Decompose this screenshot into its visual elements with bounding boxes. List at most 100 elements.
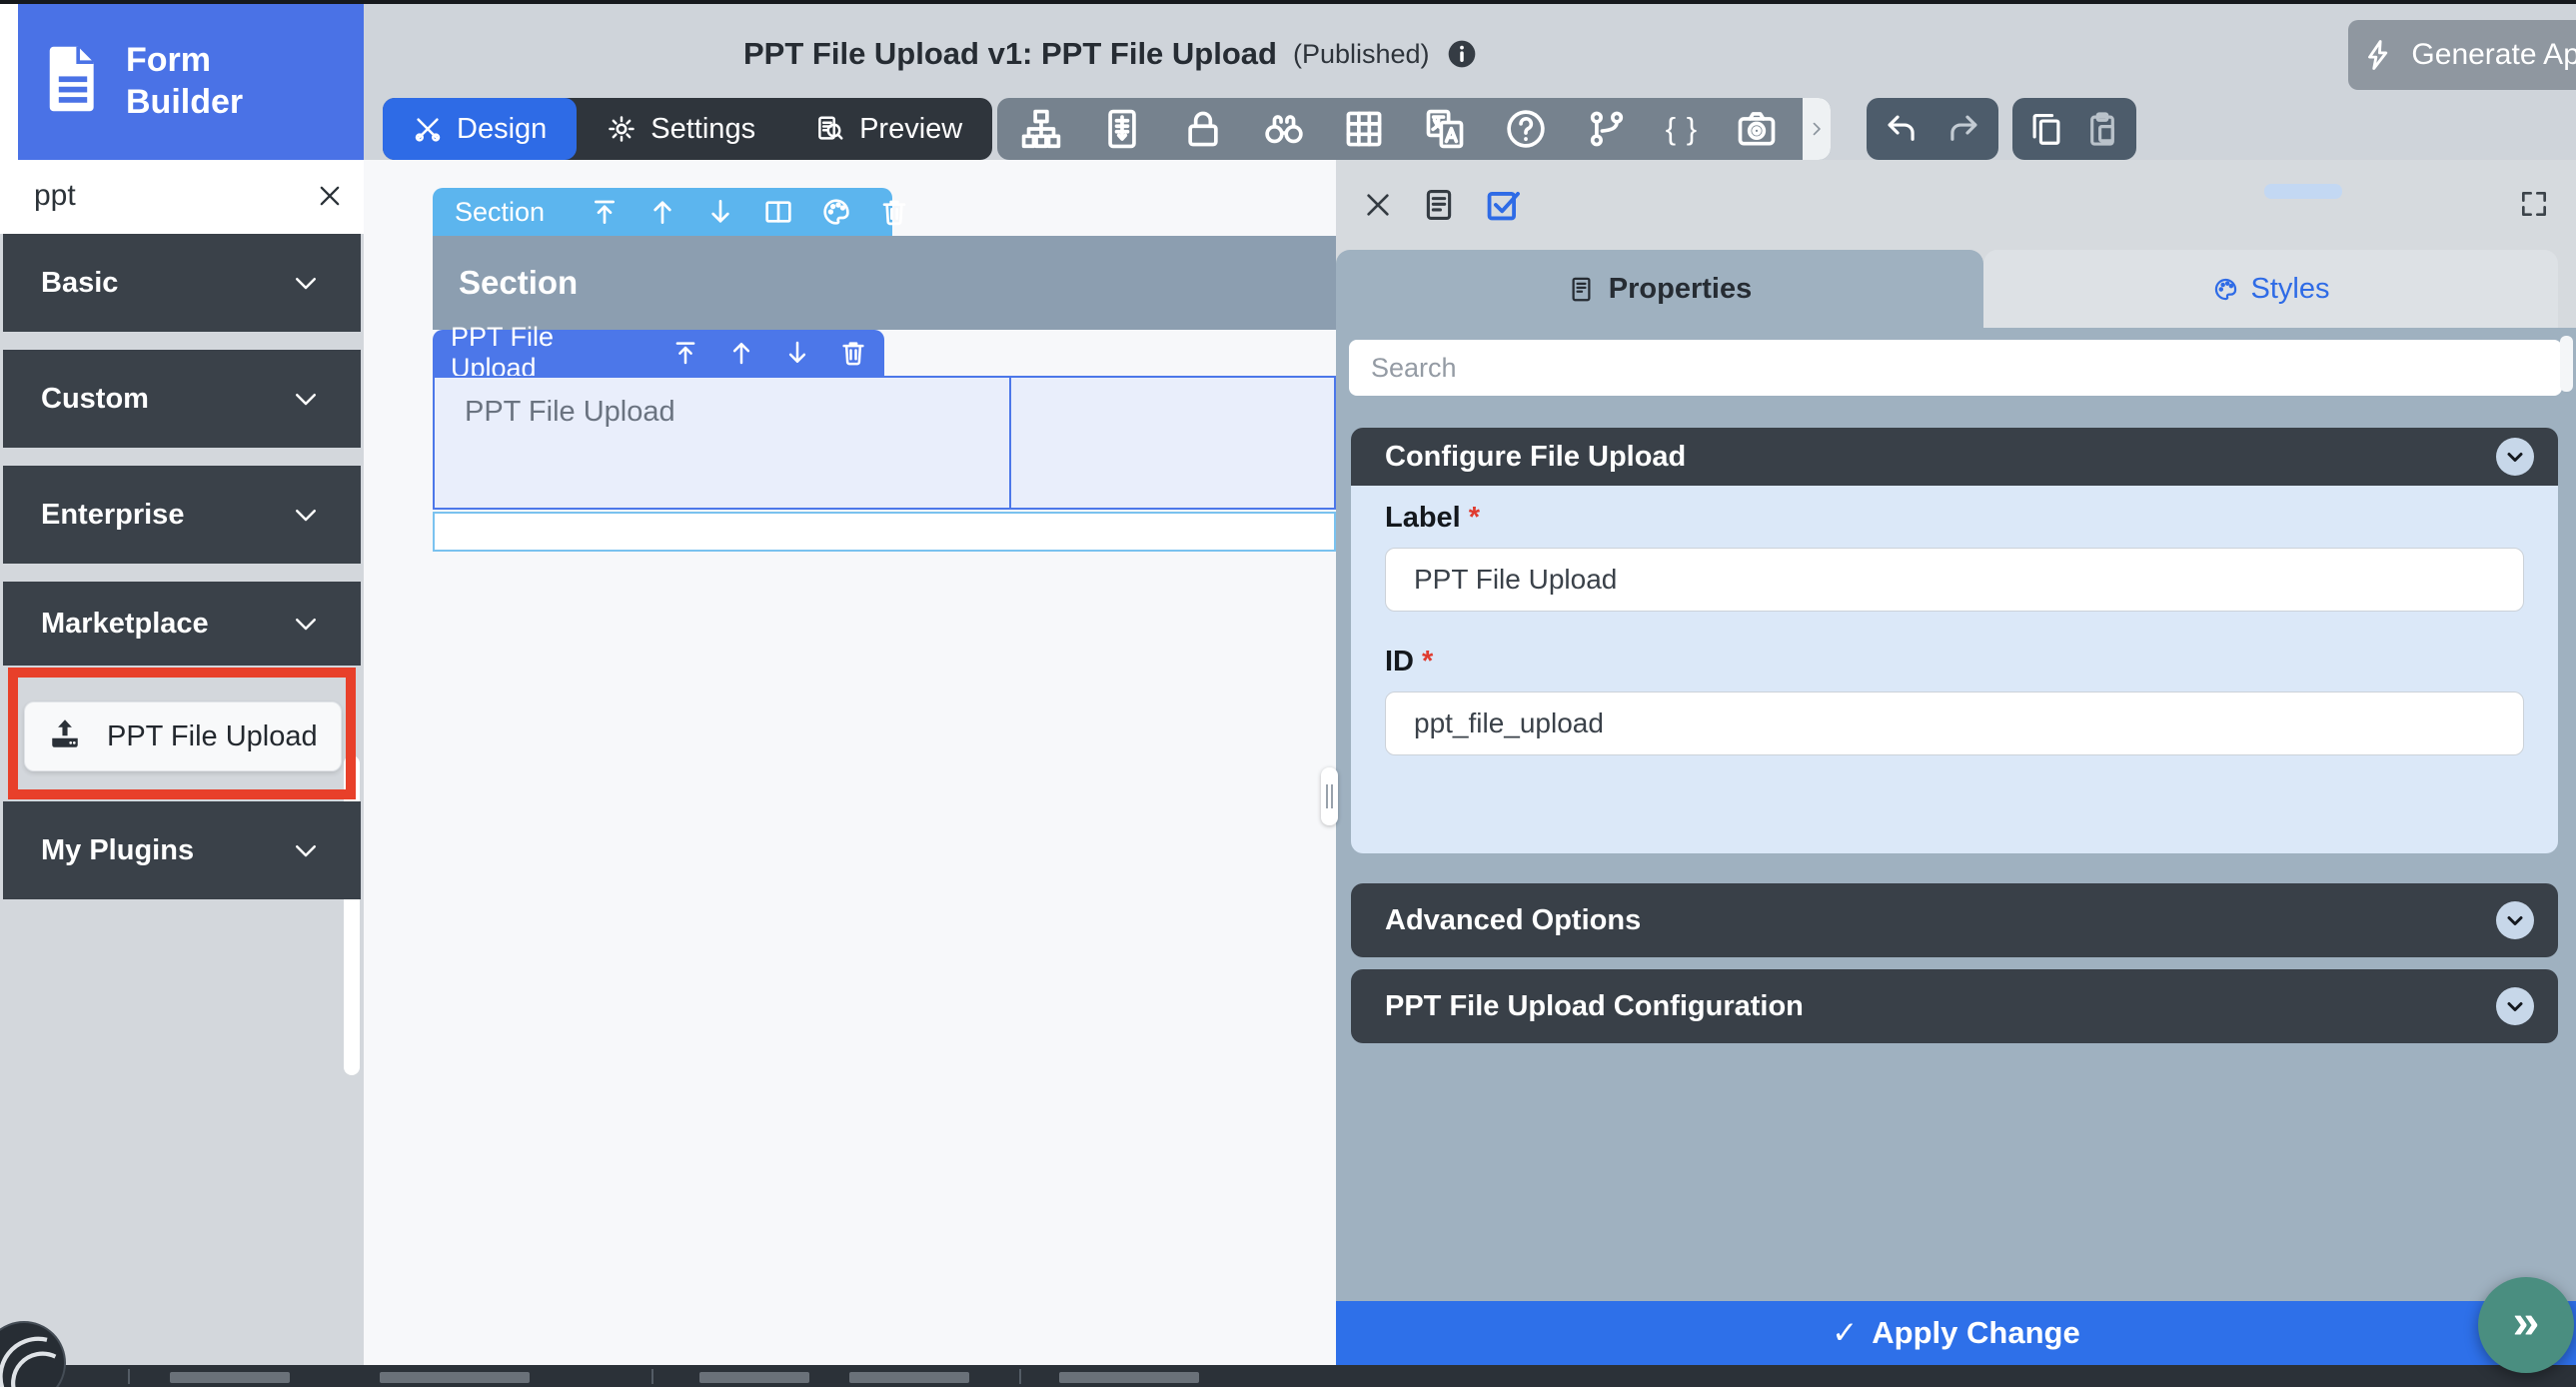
ppt-upload-field-placeholder: PPT File Upload	[465, 396, 675, 428]
document-logo-icon	[42, 41, 104, 122]
camera-icon[interactable]	[1735, 107, 1779, 151]
generate-app-button[interactable]: Generate App	[2348, 20, 2576, 90]
tab-properties[interactable]: Properties	[1336, 250, 1983, 328]
trash-icon[interactable]	[838, 338, 868, 368]
chevron-down-icon	[291, 500, 321, 530]
tab-preview[interactable]: Preview	[785, 98, 992, 160]
fullscreen-icon[interactable]	[2518, 188, 2550, 220]
apply-change-label: Apply Change	[1872, 1315, 2079, 1351]
preview-icon	[815, 114, 845, 144]
ppt-upload-configuration-title: PPT File Upload Configuration	[1385, 990, 1804, 1023]
sidebar-section-my-plugins[interactable]: My Plugins	[3, 801, 361, 899]
section-component-header[interactable]: Section	[433, 236, 1336, 330]
view-tab-group: Design Settings Preview	[383, 98, 992, 160]
tab-settings[interactable]: Settings	[577, 98, 785, 160]
sidebar-section-marketplace-label: Marketplace	[41, 608, 209, 641]
section-toolbar-label: Section	[455, 197, 545, 228]
tab-design-label: Design	[457, 113, 547, 146]
component-search-input[interactable]	[18, 179, 298, 213]
undo-redo-group	[1867, 98, 1998, 160]
copy-icon[interactable]	[2027, 110, 2065, 148]
move-up-icon[interactable]	[646, 196, 678, 228]
move-down-icon[interactable]	[704, 196, 736, 228]
publish-status: (Published)	[1293, 39, 1430, 70]
label-field-input[interactable]	[1385, 548, 2524, 612]
required-asterisk: *	[1422, 646, 1433, 678]
ppt-upload-configuration-header[interactable]: PPT File Upload Configuration	[1351, 969, 2558, 1043]
properties-search-input[interactable]	[1349, 353, 2448, 384]
clear-search-icon[interactable]	[316, 182, 344, 210]
empty-column-cell[interactable]	[1011, 378, 1334, 508]
columns-icon[interactable]	[762, 196, 794, 228]
styles-palette-icon	[2212, 276, 2239, 303]
copy-paste-group	[2012, 98, 2136, 160]
footer-item-cutoff	[699, 1372, 809, 1383]
tab-design[interactable]: Design	[383, 98, 577, 160]
upload-icon	[47, 716, 83, 757]
sidebar-section-my-plugins-label: My Plugins	[41, 834, 194, 867]
properties-doc-icon	[1568, 276, 1595, 303]
help-icon[interactable]	[1504, 107, 1548, 151]
sitemap-icon[interactable]	[1019, 107, 1063, 151]
advanced-options-header[interactable]: Advanced Options	[1351, 883, 2558, 957]
lightning-icon	[2361, 38, 2395, 72]
ppt-file-upload-component-label: PPT File Upload	[107, 720, 318, 753]
tab-styles[interactable]: Styles	[1983, 250, 2558, 328]
footer-divider	[1019, 1369, 1021, 1384]
id-field-input[interactable]	[1385, 692, 2524, 755]
configure-file-upload-body	[1351, 486, 2558, 853]
collapse-chevron-icon[interactable]	[2496, 438, 2534, 476]
panel-scrollbar-thumb[interactable]	[2560, 336, 2573, 392]
checkbox-checked-icon[interactable]	[1484, 186, 1522, 224]
footer-item-cutoff	[170, 1372, 290, 1383]
ppt-upload-field-cell[interactable]: PPT File Upload	[435, 378, 1011, 508]
generate-app-label: Generate App	[2411, 38, 2576, 72]
git-branch-icon[interactable]	[1585, 107, 1629, 151]
ppt-upload-component-body[interactable]: PPT File Upload	[433, 376, 1336, 510]
binoculars-icon[interactable]	[1262, 107, 1306, 151]
lock-icon[interactable]	[1181, 107, 1225, 151]
window-top-edge	[0, 0, 2576, 4]
close-panel-icon[interactable]	[1362, 189, 1394, 221]
toolbar-more-chevron[interactable]	[1803, 98, 1831, 160]
undo-icon[interactable]	[1883, 110, 1921, 148]
app-logo-title: Form Builder	[126, 39, 286, 124]
ppt-file-upload-component-item[interactable]: PPT File Upload	[24, 701, 342, 771]
grid-icon[interactable]	[1342, 107, 1386, 151]
form-title: PPT File Upload v1: PPT File Upload	[743, 36, 1277, 72]
properties-panel-header	[1336, 160, 2576, 250]
sidebar-section-basic[interactable]: Basic	[3, 234, 361, 332]
label-field-label: Label*	[1385, 502, 1480, 535]
paste-icon[interactable]	[2083, 110, 2121, 148]
sidebar-section-enterprise-label: Enterprise	[41, 499, 184, 532]
sidebar-section-enterprise[interactable]: Enterprise	[3, 466, 361, 564]
code-braces-icon[interactable]: { }	[1666, 111, 1698, 147]
redo-icon[interactable]	[1944, 110, 1982, 148]
move-to-top-icon[interactable]	[670, 338, 700, 368]
move-to-top-icon[interactable]	[589, 196, 621, 228]
section-drop-zone[interactable]	[433, 512, 1336, 552]
palette-icon[interactable]	[820, 196, 852, 228]
trash-icon[interactable]	[878, 196, 910, 228]
apply-change-button[interactable]: ✓ Apply Change	[1336, 1301, 2576, 1365]
collapse-chevron-icon[interactable]	[2496, 901, 2534, 939]
save-tooltip-nub	[2264, 184, 2342, 199]
form-outline-icon[interactable]	[1422, 188, 1456, 222]
id-field-label: ID*	[1385, 646, 1433, 679]
document-steps-icon[interactable]	[1100, 107, 1144, 151]
collapse-chevron-icon[interactable]	[2496, 987, 2534, 1025]
move-down-icon[interactable]	[782, 338, 812, 368]
sidebar-section-custom[interactable]: Custom	[3, 350, 361, 448]
chevron-down-icon	[291, 609, 321, 639]
sidebar-section-marketplace[interactable]: Marketplace	[3, 582, 361, 666]
info-icon[interactable]	[1446, 38, 1478, 70]
panel-resize-handle[interactable]	[1321, 767, 1338, 825]
translate-icon[interactable]	[1423, 107, 1467, 151]
tab-settings-label: Settings	[650, 113, 755, 146]
properties-search-box	[1349, 340, 2562, 396]
configure-file-upload-header[interactable]: Configure File Upload	[1351, 428, 2558, 486]
move-up-icon[interactable]	[726, 338, 756, 368]
collapse-panel-fab[interactable]: »	[2478, 1277, 2574, 1373]
double-chevron-right-icon: »	[2513, 1295, 2540, 1350]
configure-file-upload-title: Configure File Upload	[1385, 441, 1686, 474]
